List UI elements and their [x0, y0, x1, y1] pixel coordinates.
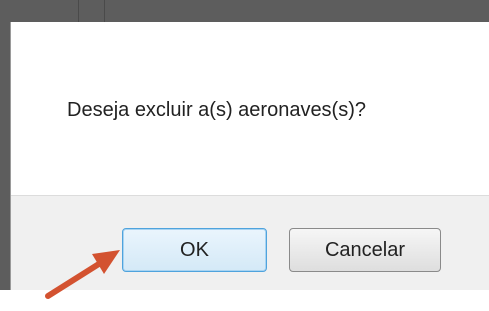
- background-grid-line: [104, 0, 105, 22]
- cancel-button[interactable]: Cancelar: [289, 228, 441, 272]
- background-page-header: [0, 0, 489, 22]
- background-page-side: [0, 22, 10, 311]
- pointer-arrow-icon: [45, 250, 120, 299]
- dialog-body: Deseja excluir a(s) aeronaves(s)?: [11, 22, 489, 195]
- dialog-message: Deseja excluir a(s) aeronaves(s)?: [67, 99, 367, 121]
- screen: Deseja excluir a(s) aeronaves(s)? OK Can…: [0, 0, 489, 311]
- background-grid-line: [78, 0, 79, 22]
- ok-button[interactable]: OK: [122, 228, 267, 272]
